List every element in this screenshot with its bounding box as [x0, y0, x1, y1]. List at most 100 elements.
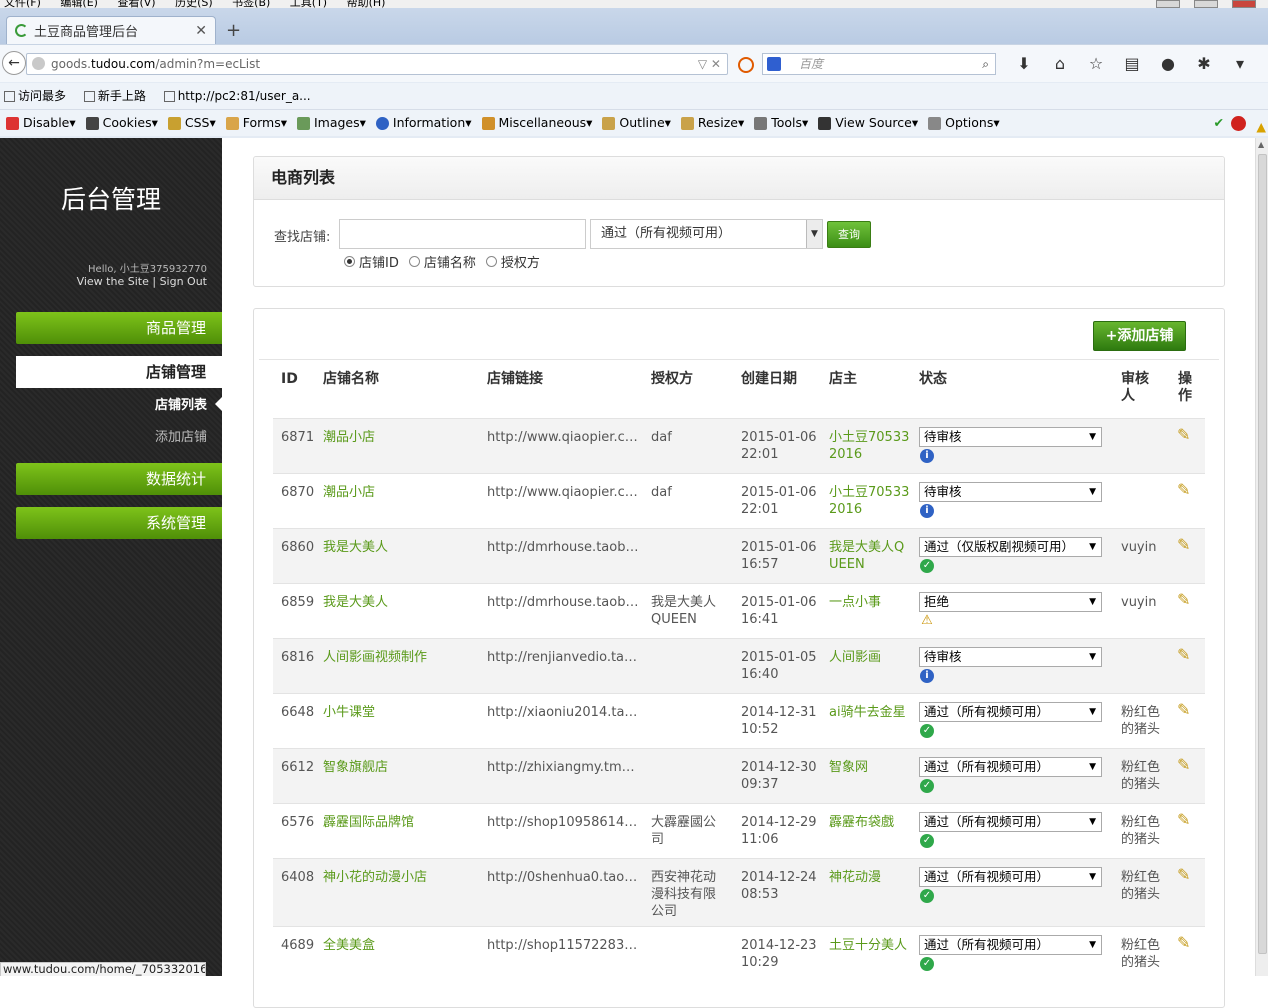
search-bar[interactable]: 百度 ⌕ — [762, 53, 996, 75]
close-window-button[interactable] — [1232, 0, 1256, 8]
chevron-down-icon[interactable]: ▼ — [1089, 936, 1096, 954]
cell-owner[interactable]: 霹靂布袋戲 — [829, 814, 911, 831]
error-icon[interactable] — [1231, 116, 1246, 131]
status-dropdown[interactable]: 待审核 ▼ — [919, 647, 1102, 667]
warning-icon[interactable]: ▲ — [1256, 114, 1266, 140]
menu-tools[interactable]: 工具(T) — [290, 0, 327, 8]
nav-shop-management[interactable]: 店铺管理 — [16, 356, 222, 388]
status-dropdown[interactable]: 拒绝 ▼ — [919, 592, 1102, 612]
new-tab-icon[interactable]: + — [226, 20, 241, 41]
chevron-down-icon[interactable]: ▼ — [1089, 813, 1096, 831]
scroll-up-icon[interactable]: ▲ — [1258, 140, 1264, 149]
dev-tools[interactable]: Tools▾ — [748, 115, 808, 130]
radio-button[interactable] — [408, 256, 420, 267]
radio-authorizer[interactable]: 授权方 — [485, 252, 540, 271]
menu-history[interactable]: 历史(S) — [175, 0, 213, 8]
dev-options[interactable]: Options▾ — [922, 115, 1000, 130]
dev-resize[interactable]: Resize▾ — [675, 115, 744, 130]
sign-out-link[interactable]: Sign Out — [160, 275, 207, 288]
cell-shop-name[interactable]: 潮品小店 — [323, 484, 375, 501]
chevron-down-icon[interactable]: ▼ — [1089, 758, 1096, 776]
edit-pencil-icon[interactable]: ✎ — [1177, 425, 1190, 444]
dropdown-icon[interactable]: ▾ — [1222, 53, 1258, 75]
menu-bookmarks[interactable]: 书签(B) — [232, 0, 270, 8]
dev-information[interactable]: Information▾ — [370, 115, 472, 130]
edit-pencil-icon[interactable]: ✎ — [1177, 700, 1190, 719]
cell-owner[interactable]: 我是大美人QUEEN — [829, 539, 911, 573]
checkmark-icon[interactable]: ✔ — [1214, 110, 1224, 136]
status-select[interactable]: 通过（所有视频可用） ▼ — [590, 219, 823, 249]
dev-view-source[interactable]: View Source▾ — [812, 115, 918, 130]
dev-outline[interactable]: Outline▾ — [596, 115, 671, 130]
cell-owner[interactable]: 小土豆705332016 — [829, 429, 911, 463]
query-button[interactable]: 查询 — [827, 221, 871, 248]
menu-file[interactable]: 文件(F) — [4, 0, 41, 8]
bookmark-most-visited[interactable]: 访问最多 — [0, 89, 66, 103]
dev-disable[interactable]: Disable▾ — [0, 115, 76, 130]
cell-shop-name[interactable]: 潮品小店 — [323, 429, 375, 446]
bookmark-getting-started[interactable]: 新手上路 — [80, 89, 146, 103]
dev-misc[interactable]: Miscellaneous▾ — [476, 115, 592, 130]
chevron-down-icon[interactable]: ▼ — [1089, 868, 1096, 886]
close-tab-icon[interactable]: ✕ — [195, 23, 207, 39]
view-site-link[interactable]: View the Site — [77, 275, 149, 288]
edit-pencil-icon[interactable]: ✎ — [1177, 865, 1190, 884]
minimize-button[interactable] — [1156, 0, 1180, 8]
status-dropdown[interactable]: 通过（所有视频可用） ▼ — [919, 935, 1102, 955]
status-dropdown[interactable]: 通过（所有视频可用） ▼ — [919, 702, 1102, 722]
chevron-down-icon[interactable]: ▼ — [1089, 483, 1096, 501]
cell-owner[interactable]: 一点小事 — [829, 594, 911, 611]
radio-button[interactable] — [344, 256, 355, 267]
cell-owner[interactable]: 小土豆705332016 — [829, 484, 911, 518]
menu-view[interactable]: 查看(V) — [117, 0, 155, 8]
cell-owner[interactable]: 人间影画 — [829, 649, 911, 666]
nav-system-management[interactable]: 系统管理 — [16, 507, 222, 539]
edit-pencil-icon[interactable]: ✎ — [1177, 933, 1190, 952]
dev-forms[interactable]: Forms▾ — [220, 115, 287, 130]
reading-list-icon[interactable]: ▤ — [1114, 53, 1150, 75]
nav-shop-list[interactable]: 店铺列表 — [155, 394, 207, 413]
maximize-button[interactable] — [1194, 0, 1218, 8]
dev-css[interactable]: CSS▾ — [162, 115, 216, 130]
cell-shop-name[interactable]: 智象旗舰店 — [323, 759, 388, 776]
url-controls[interactable]: ▽ ✕ — [698, 54, 721, 74]
radio-button[interactable] — [485, 256, 497, 267]
edit-pencil-icon[interactable]: ✎ — [1177, 590, 1190, 609]
cookie-icon[interactable]: ● — [1150, 53, 1186, 75]
edit-pencil-icon[interactable]: ✎ — [1177, 480, 1190, 499]
cell-shop-name[interactable]: 神小花的动漫小店 — [323, 869, 427, 886]
status-dropdown[interactable]: 通过（所有视频可用） ▼ — [919, 812, 1102, 832]
chevron-down-icon[interactable]: ▼ — [1089, 648, 1096, 666]
menu-help[interactable]: 帮助(H) — [347, 0, 386, 8]
cell-shop-name[interactable]: 我是大美人 — [323, 594, 388, 611]
cell-shop-name[interactable]: 全美美盒 — [323, 937, 375, 954]
dev-images[interactable]: Images▾ — [291, 115, 366, 130]
status-dropdown[interactable]: 待审核 ▼ — [919, 427, 1102, 447]
chevron-down-icon[interactable]: ▼ — [806, 220, 822, 248]
search-engine-icon[interactable] — [767, 57, 781, 71]
chevron-down-icon[interactable]: ▼ — [1089, 538, 1096, 556]
nav-goods-management[interactable]: 商品管理 — [16, 312, 222, 344]
cell-owner[interactable]: 土豆十分美人 — [829, 937, 911, 954]
cell-shop-name[interactable]: 霹靂国际品牌馆 — [323, 814, 414, 831]
radio-shop-id[interactable]: 店铺ID — [344, 252, 399, 271]
cell-owner[interactable]: 智象网 — [829, 759, 911, 776]
bookmark-pc2[interactable]: http://pc2:81/user_a... — [160, 89, 311, 103]
cell-shop-name[interactable]: 人间影画视频制作 — [323, 649, 427, 666]
menu-edit[interactable]: 编辑(E) — [60, 0, 98, 8]
vertical-scrollbar[interactable]: ▲ — [1255, 138, 1268, 976]
back-arrow-icon[interactable]: ← — [2, 51, 26, 75]
search-icon[interactable]: ⌕ — [982, 54, 989, 74]
status-dropdown[interactable]: 待审核 ▼ — [919, 482, 1102, 502]
download-icon[interactable]: ⬇ — [1006, 53, 1042, 75]
shop-search-input[interactable] — [339, 219, 586, 249]
address-bar[interactable]: goods.tudou.com/admin?m=ecList ▽ ✕ — [26, 53, 728, 75]
dev-cookies[interactable]: Cookies▾ — [80, 115, 158, 130]
status-dropdown[interactable]: 通过（所有视频可用） ▼ — [919, 867, 1102, 887]
edit-pencil-icon[interactable]: ✎ — [1177, 645, 1190, 664]
edit-pencil-icon[interactable]: ✎ — [1177, 755, 1190, 774]
chevron-down-icon[interactable]: ▼ — [1089, 703, 1096, 721]
radio-shop-name[interactable]: 店铺名称 — [408, 252, 476, 271]
star-icon[interactable]: ☆ — [1078, 53, 1114, 75]
cell-owner[interactable]: ai骑牛去金星 — [829, 704, 911, 721]
